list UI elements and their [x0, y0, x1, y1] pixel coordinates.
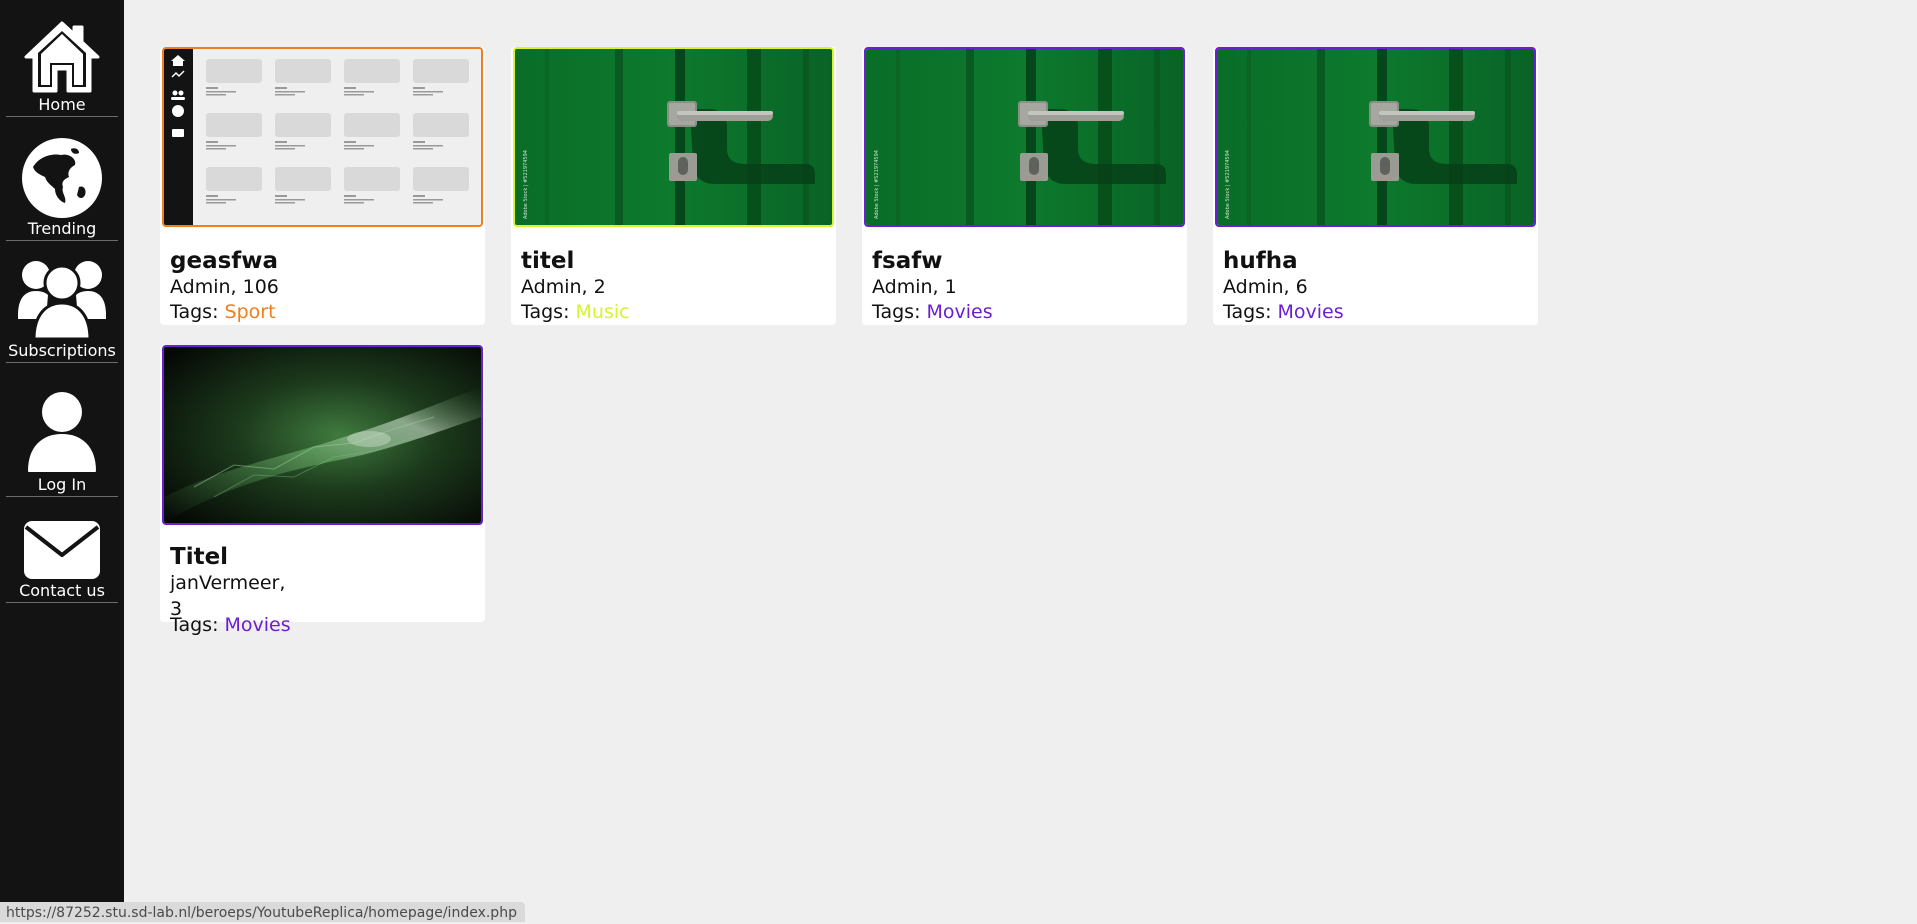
home-icon: [24, 21, 100, 93]
video-title[interactable]: hufha: [1223, 247, 1298, 275]
video-card[interactable]: Adobe Stock | #521974594 hufha Admin, 6 …: [1213, 47, 1538, 325]
screenshot-thumbnail-image: [164, 49, 481, 225]
video-card[interactable]: Adobe Stock | #521974594 titel Admin, 2 …: [511, 47, 836, 325]
tag-movies[interactable]: Movies: [1278, 301, 1344, 323]
green-door-image: Adobe Stock | #521974594: [515, 49, 832, 225]
user-icon: [28, 392, 96, 472]
tags-label: Tags:: [170, 301, 219, 323]
video-meta: Admin, 6: [1223, 276, 1308, 298]
video-title[interactable]: titel: [521, 247, 574, 275]
globe-icon: [22, 138, 102, 218]
sidebar-item-label: Contact us: [19, 581, 105, 600]
mail-icon: [24, 521, 100, 579]
svg-text:Adobe Stock | #521974594: Adobe Stock | #521974594: [523, 150, 529, 219]
green-door-image: Adobe Stock | #521974594: [1217, 49, 1534, 225]
sidebar-item-label: Trending: [27, 219, 97, 238]
sidebar-item-trending[interactable]: Trending: [6, 122, 118, 241]
video-card[interactable]: Adobe Stock | #521974594 fsafw Admin, 1 …: [862, 47, 1187, 325]
users-icon: [18, 261, 106, 341]
video-title[interactable]: Titel: [170, 543, 228, 571]
tags-label: Tags:: [1223, 301, 1272, 323]
sidebar-item-subscriptions[interactable]: Subscriptions: [6, 248, 118, 363]
video-tags: Tags: Music: [521, 300, 630, 324]
video-thumbnail[interactable]: Adobe Stock | #521974594: [513, 47, 834, 227]
video-tags: Tags: Movies: [1223, 300, 1344, 324]
video-tags: Tags: Sport: [170, 300, 276, 324]
video-thumbnail[interactable]: [162, 47, 483, 227]
svg-text:Adobe Stock | #521974594: Adobe Stock | #521974594: [874, 150, 880, 219]
tags-label: Tags:: [521, 301, 570, 323]
svg-text:Adobe Stock | #521974594: Adobe Stock | #521974594: [1225, 150, 1231, 219]
video-thumbnail[interactable]: [162, 345, 483, 525]
video-meta: Admin, 106: [170, 276, 279, 298]
tag-movies[interactable]: Movies: [225, 614, 291, 636]
video-tags: Tags: Movies: [170, 613, 291, 637]
video-meta-author: janVermeer,: [170, 572, 286, 594]
video-card[interactable]: geasfwa Admin, 106 Tags: Sport: [160, 47, 485, 325]
sidebar-item-contact[interactable]: Contact us: [6, 506, 118, 603]
tag-music[interactable]: Music: [576, 301, 630, 323]
green-door-image: Adobe Stock | #521974594: [866, 49, 1183, 225]
video-meta: Admin, 1: [872, 276, 957, 298]
video-card[interactable]: Titel janVermeer, 3 Tags: Movies: [160, 345, 485, 636]
video-title[interactable]: geasfwa: [170, 247, 278, 275]
tag-sport[interactable]: Sport: [225, 301, 276, 323]
sidebar-item-home[interactable]: Home: [6, 2, 118, 117]
video-tags: Tags: Movies: [872, 300, 993, 324]
sidebar: Home Trending Subscriptions Log In Conta…: [0, 0, 124, 922]
sidebar-item-label: Log In: [37, 475, 87, 494]
video-meta: Admin, 2: [521, 276, 606, 298]
video-thumbnail[interactable]: Adobe Stock | #521974594: [1215, 47, 1536, 227]
green-abstract-image: [164, 347, 481, 523]
sidebar-item-login[interactable]: Log In: [6, 378, 118, 497]
status-bar-url: https://87252.stu.sd-lab.nl/beroeps/Yout…: [0, 902, 525, 922]
video-title[interactable]: fsafw: [872, 247, 942, 275]
video-thumbnail[interactable]: Adobe Stock | #521974594: [864, 47, 1185, 227]
sidebar-item-label: Subscriptions: [8, 341, 116, 360]
tags-label: Tags:: [170, 614, 219, 636]
sidebar-item-label: Home: [38, 95, 86, 114]
tag-movies[interactable]: Movies: [927, 301, 993, 323]
tags-label: Tags:: [872, 301, 921, 323]
